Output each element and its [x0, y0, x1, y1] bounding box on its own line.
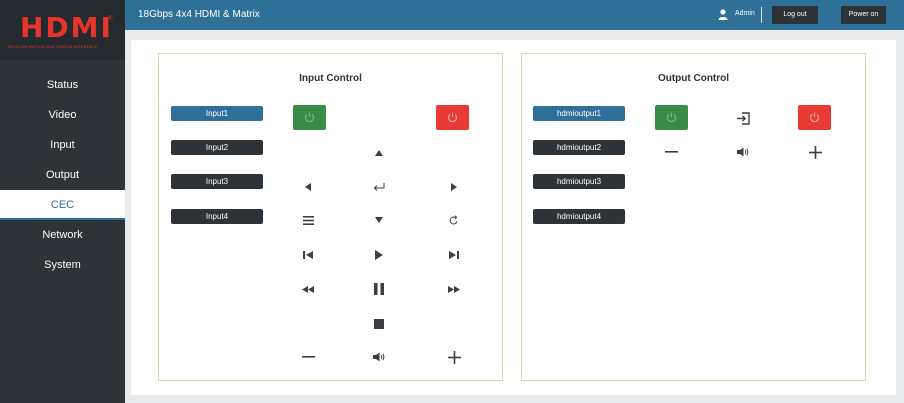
power-icon [666, 112, 677, 123]
output-control-title: Output Control [657, 73, 730, 84]
down-button[interactable] [368, 211, 390, 229]
output-power-on-button[interactable] [655, 105, 688, 130]
arrow-right-icon [451, 183, 457, 191]
plus-icon [447, 350, 461, 364]
sidebar-item-network[interactable]: Network [0, 220, 125, 250]
minus-icon [301, 356, 315, 358]
pause-button[interactable] [368, 280, 390, 298]
rewind-button[interactable] [297, 280, 319, 298]
rewind-icon [302, 285, 314, 293]
sidebar-item-video[interactable]: Video [0, 100, 125, 130]
power-on-button[interactable]: Power on [841, 6, 886, 24]
skip-previous-icon [303, 251, 313, 259]
volume-down-button[interactable] [297, 348, 319, 366]
divider [761, 7, 762, 23]
input-control-panel: Input Control Input1 Input2 Input3 Input… [158, 53, 503, 381]
input-select-3[interactable]: Input3 [171, 174, 263, 189]
back-button[interactable] [443, 211, 465, 229]
sidebar-nav: Status Video Input Output CEC Network Sy… [0, 70, 125, 280]
menu-button[interactable] [297, 211, 319, 229]
enter-button[interactable] [368, 178, 390, 196]
output-select-3[interactable]: hdmioutput3 [533, 174, 625, 189]
sidebar-item-input[interactable]: Input [0, 130, 125, 160]
plus-icon [808, 145, 822, 159]
play-button[interactable] [368, 246, 390, 264]
output-mute-button[interactable] [732, 143, 754, 161]
arrow-left-icon [305, 183, 311, 191]
page-title: 18Gbps 4x4 HDMI & Matrix [138, 9, 260, 20]
sidebar-item-output[interactable]: Output [0, 160, 125, 190]
logo-registered-mark: ® [108, 16, 113, 22]
sidebar-item-cec[interactable]: CEC [0, 190, 125, 220]
output-volume-down-button[interactable] [660, 143, 682, 161]
app-window: HDMI ® HIGH-DEFINITION MULTIMEDIA INTERF… [0, 0, 904, 403]
output-select-4[interactable]: hdmioutput4 [533, 209, 625, 224]
output-power-off-button[interactable] [798, 105, 831, 130]
input-power-on-button[interactable] [293, 105, 326, 130]
speaker-icon [737, 147, 749, 157]
fast-forward-button[interactable] [443, 280, 465, 298]
arrow-down-icon [375, 217, 383, 223]
minus-icon [664, 151, 678, 153]
previous-button[interactable] [297, 246, 319, 264]
return-icon [449, 215, 458, 225]
enter-icon [373, 183, 385, 191]
user-name: Admin [735, 10, 755, 17]
right-button[interactable] [443, 178, 465, 196]
sidebar: HDMI ® HIGH-DEFINITION MULTIMEDIA INTERF… [0, 0, 125, 403]
volume-up-button[interactable] [443, 348, 465, 366]
menu-icon [302, 215, 314, 225]
user-icon [718, 9, 728, 20]
input-power-off-button[interactable] [436, 105, 469, 130]
play-icon [375, 250, 383, 260]
stop-button[interactable] [368, 315, 390, 333]
hdmi-logo: HDMI ® HIGH-DEFINITION MULTIMEDIA INTERF… [0, 0, 125, 60]
fast-forward-icon [448, 285, 460, 293]
login-icon [736, 111, 750, 125]
power-icon [304, 112, 315, 123]
pause-icon [374, 283, 384, 295]
sidebar-item-status[interactable]: Status [0, 70, 125, 100]
power-icon [809, 112, 820, 123]
sidebar-item-system[interactable]: System [0, 250, 125, 280]
input-select-1[interactable]: Input1 [171, 106, 263, 121]
stop-icon [374, 319, 384, 329]
output-select-2[interactable]: hdmioutput2 [533, 140, 625, 155]
main-content: Input Control Input1 Input2 Input3 Input… [131, 40, 896, 395]
logo-text: HDMI [20, 11, 113, 44]
output-select-1[interactable]: hdmioutput1 [533, 106, 625, 121]
power-icon [447, 112, 458, 123]
logo-tagline: HIGH-DEFINITION MULTIMEDIA INTERFACE [8, 44, 99, 49]
speaker-icon [373, 352, 385, 362]
input-select-4[interactable]: Input4 [171, 209, 263, 224]
left-button[interactable] [297, 178, 319, 196]
input-select-2[interactable]: Input2 [171, 140, 263, 155]
skip-next-icon [449, 251, 459, 259]
logout-button[interactable]: Log out [772, 6, 818, 24]
mute-button[interactable] [368, 348, 390, 366]
source-button[interactable] [732, 109, 754, 127]
input-control-title: Input Control [299, 73, 362, 84]
output-volume-up-button[interactable] [804, 143, 826, 161]
output-control-panel: Output Control hdmioutput1 hdmioutput2 h… [521, 53, 866, 381]
next-button[interactable] [443, 246, 465, 264]
arrow-up-icon [375, 150, 383, 156]
top-bar: 18Gbps 4x4 HDMI & Matrix Admin Log out P… [125, 0, 904, 30]
up-button[interactable] [368, 144, 390, 162]
